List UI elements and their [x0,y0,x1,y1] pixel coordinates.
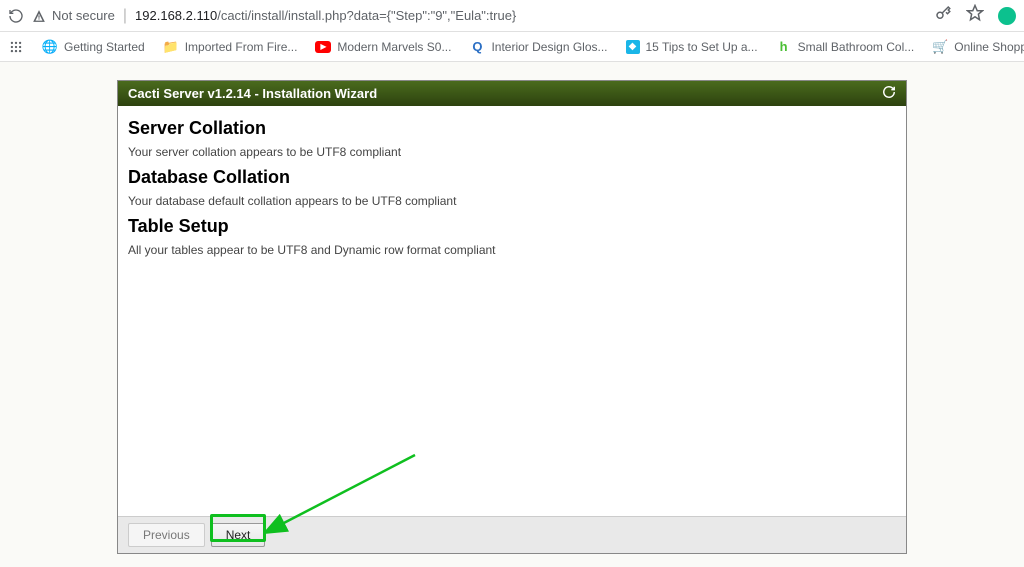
apps-button[interactable] [8,39,24,55]
wizard-footer: Previous Next [118,516,906,553]
bookmark-label: 15 Tips to Set Up a... [646,40,758,54]
bookmark-label: Modern Marvels S0... [337,40,451,54]
wizard-title: Cacti Server v1.2.14 - Installation Wiza… [128,86,377,101]
bookmark-label: Online Shopping fo... [954,40,1024,54]
bookmark-label: Interior Design Glos... [491,40,607,54]
site-icon: Q [469,39,485,55]
bookmark-imported-firefox[interactable]: 📁 Imported From Fire... [163,39,298,55]
key-icon[interactable] [934,4,952,27]
refresh-icon[interactable] [882,85,896,102]
not-secure-label: Not secure [52,8,115,23]
url-path: /cacti/install/install.php?data={"Step":… [217,8,516,23]
browser-url-bar: Not secure | 192.168.2.110/cacti/install… [0,0,1024,32]
wizard-header: Cacti Server v1.2.14 - Installation Wiza… [118,81,906,106]
bookmark-modern-marvels[interactable]: ▶ Modern Marvels S0... [315,40,451,54]
bookmarks-bar: 🌐 Getting Started 📁 Imported From Fire..… [0,32,1024,62]
bookmark-label: Imported From Fire... [185,40,298,54]
youtube-icon: ▶ [315,41,331,53]
reload-icon[interactable] [8,8,24,24]
section-heading-server-collation: Server Collation [128,118,896,139]
bookmark-label: Small Bathroom Col... [798,40,915,54]
section-heading-database-collation: Database Collation [128,167,896,188]
security-badge[interactable]: Not secure [32,8,115,23]
extension-icon[interactable] [998,7,1016,25]
warning-icon [32,9,46,23]
url-domain: 192.168.2.110 [135,8,217,23]
bookmark-getting-started[interactable]: 🌐 Getting Started [42,39,145,55]
section-text-database-collation: Your database default collation appears … [128,194,896,208]
bookmark-15-tips[interactable]: ◆ 15 Tips to Set Up a... [626,40,758,54]
section-heading-table-setup: Table Setup [128,216,896,237]
section-text-table-setup: All your tables appear to be UTF8 and Dy… [128,243,896,257]
globe-icon: 🌐 [42,39,58,55]
site-icon: ◆ [626,40,640,54]
houzz-icon: h [776,39,792,55]
previous-button[interactable]: Previous [128,523,205,547]
bookmark-small-bathroom[interactable]: h Small Bathroom Col... [776,39,915,55]
bookmark-online-shopping[interactable]: 🛒 Online Shopping fo... [932,39,1024,55]
next-button[interactable]: Next [211,523,266,547]
bookmark-interior-design[interactable]: Q Interior Design Glos... [469,39,607,55]
apps-icon [8,39,24,55]
section-text-server-collation: Your server collation appears to be UTF8… [128,145,896,159]
url-text[interactable]: 192.168.2.110/cacti/install/install.php?… [135,8,926,23]
bookmark-label: Getting Started [64,40,145,54]
cart-icon: 🛒 [932,39,948,55]
installation-wizard: Cacti Server v1.2.14 - Installation Wiza… [117,80,907,554]
wizard-body: Server Collation Your server collation a… [118,106,906,516]
folder-icon: 📁 [163,39,179,55]
star-icon[interactable] [966,4,984,27]
